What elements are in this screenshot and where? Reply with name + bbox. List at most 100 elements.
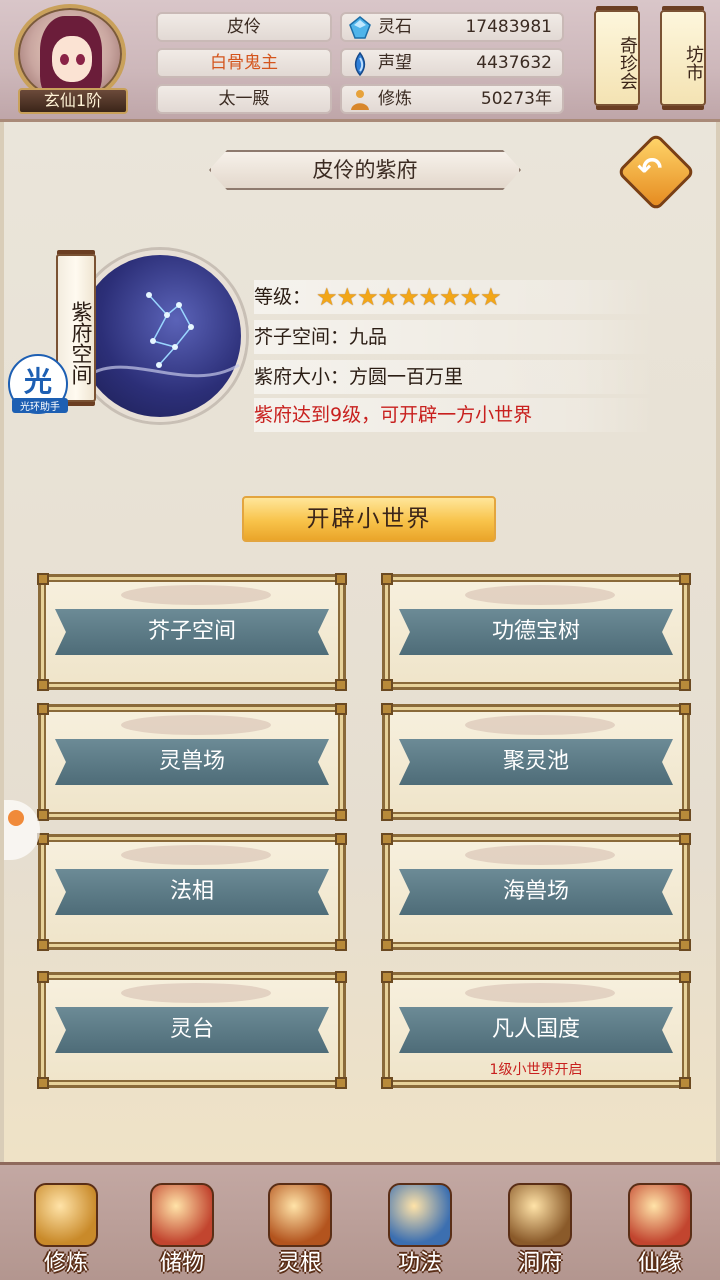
- stat-spirit-stone: 灵石 17483981: [340, 12, 564, 42]
- corner-ornament: [381, 809, 393, 821]
- facility-label: 灵兽场: [55, 739, 329, 785]
- space-grade-row: 芥子空间：九品: [254, 320, 654, 354]
- nav-item-spirit-root[interactable]: 灵根: [250, 1173, 350, 1279]
- nav-item-cultivate[interactable]: 修炼: [16, 1173, 116, 1279]
- facility-card[interactable]: 聚灵池: [381, 703, 691, 821]
- title-plate: 白骨鬼主: [156, 48, 332, 78]
- nav-label: 修炼: [43, 1251, 88, 1276]
- nav-item-storage-bag[interactable]: 储物: [132, 1173, 232, 1279]
- facility-note: 1级小世界开启: [489, 1062, 583, 1078]
- assistant-dot-icon: [8, 810, 24, 826]
- stat-value: 4437632: [476, 53, 552, 73]
- destiny-icon: [628, 1183, 692, 1247]
- corner-ornament: [679, 809, 691, 821]
- helper-badge-label: 光环助手: [12, 398, 68, 413]
- star-icon: ★: [316, 283, 338, 311]
- cultivate-icon: [34, 1183, 98, 1247]
- star-icon: ★: [480, 283, 502, 311]
- level-row: 等级： ★★★★★★★★★: [254, 280, 654, 314]
- spirit-root-icon: [268, 1183, 332, 1247]
- facility-label: 功德宝树: [399, 609, 673, 655]
- top-header: 玄仙1阶 皮伶 白骨鬼主 太一殿 灵石 17483981 声望 4437632 …: [0, 0, 720, 122]
- cloud-pattern: [465, 983, 615, 1003]
- nav-label: 仙缘: [637, 1251, 682, 1276]
- corner-ornament: [381, 971, 393, 983]
- open-small-world-button[interactable]: 开辟小世界: [242, 496, 496, 542]
- nav-item-destiny[interactable]: 仙缘: [610, 1173, 710, 1279]
- facility-label: 海兽场: [399, 869, 673, 915]
- star-icon: ★: [357, 283, 379, 311]
- cloud-pattern: [465, 585, 615, 605]
- constellation-orb: [74, 250, 246, 422]
- corner-ornament: [679, 971, 691, 983]
- helper-badge-glyph: 光: [24, 365, 53, 398]
- level-label: 等级：: [254, 286, 312, 308]
- avatar-eye-left: [60, 54, 69, 65]
- facility-label: 芥子空间: [55, 609, 329, 655]
- facility-label: 凡人国度: [399, 1007, 673, 1053]
- facility-label: 法相: [55, 869, 329, 915]
- market-button[interactable]: 坊市: [660, 10, 706, 106]
- level-stars: ★★★★★★★★★: [316, 280, 502, 316]
- nav-label: 储物: [159, 1251, 204, 1276]
- cave-house-icon: [508, 1183, 572, 1247]
- corner-ornament: [335, 833, 347, 845]
- corner-ornament: [679, 679, 691, 691]
- nav-item-technique-book[interactable]: 功法: [370, 1173, 470, 1279]
- corner-ornament: [381, 833, 393, 845]
- facility-card[interactable]: 法相: [37, 833, 347, 951]
- corner-ornament: [679, 703, 691, 715]
- panel-title: 皮伶的紫府: [209, 150, 521, 190]
- back-button[interactable]: ↶: [616, 132, 696, 212]
- stat-value: 17483981: [465, 17, 552, 37]
- corner-ornament: [37, 1077, 49, 1089]
- cloud-pattern: [121, 983, 271, 1003]
- helper-badge[interactable]: 光 光环助手: [8, 354, 68, 414]
- star-icon: ★: [459, 283, 482, 311]
- corner-ornament: [335, 809, 347, 821]
- back-arrow-icon: ↶: [637, 151, 663, 187]
- star-icon: ★: [418, 283, 441, 311]
- facility-card[interactable]: 灵兽场: [37, 703, 347, 821]
- corner-ornament: [335, 939, 347, 951]
- nav-label: 功法: [397, 1251, 442, 1276]
- stat-label: 声望: [378, 53, 412, 73]
- corner-ornament: [37, 809, 49, 821]
- storage-bag-icon: [150, 1183, 214, 1247]
- corner-ornament: [381, 703, 393, 715]
- star-icon: ★: [336, 283, 359, 311]
- corner-ornament: [37, 703, 49, 715]
- corner-ornament: [37, 679, 49, 691]
- nav-label: 洞府: [517, 1251, 562, 1276]
- nav-item-cave-house[interactable]: 洞府: [490, 1173, 590, 1279]
- floating-assistant-ball[interactable]: [4, 800, 40, 860]
- corner-ornament: [335, 573, 347, 585]
- spirit-stone-icon: [349, 16, 371, 39]
- facility-label: 灵台: [55, 1007, 329, 1053]
- facility-card[interactable]: 海兽场: [381, 833, 691, 951]
- facility-card[interactable]: 灵台: [37, 971, 347, 1089]
- corner-ornament: [381, 679, 393, 691]
- facility-label: 聚灵池: [399, 739, 673, 785]
- corner-ornament: [679, 833, 691, 845]
- stat-reputation: 声望 4437632: [340, 48, 564, 78]
- rare-treasure-button[interactable]: 奇珍会: [594, 10, 640, 106]
- corner-ornament: [381, 939, 393, 951]
- facility-card[interactable]: 凡人国度 1级小世界开启: [381, 971, 691, 1089]
- star-icon: ★: [439, 283, 461, 311]
- technique-book-icon: [388, 1183, 452, 1247]
- mansion-size-row: 紫府大小：方圆一百万里: [254, 360, 654, 394]
- unlock-notice: 紫府达到9级，可开辟一方小世界: [254, 398, 654, 432]
- facility-card[interactable]: 功德宝树: [381, 573, 691, 691]
- stat-value: 50273年: [480, 89, 552, 109]
- star-icon: ★: [377, 283, 400, 311]
- corner-ornament: [37, 971, 49, 983]
- stat-label: 修炼: [378, 89, 412, 109]
- facility-card[interactable]: 芥子空间: [37, 573, 347, 691]
- stat-label: 灵石: [378, 17, 412, 37]
- corner-ornament: [335, 703, 347, 715]
- cloud-pattern: [121, 585, 271, 605]
- corner-ornament: [381, 573, 393, 585]
- purple-mansion-panel: 皮伶的紫府 ↶ 紫府空间 光 光环助手 等级： ★★★★★★★★★ 芥子空间：九…: [0, 122, 720, 1162]
- corner-ornament: [679, 939, 691, 951]
